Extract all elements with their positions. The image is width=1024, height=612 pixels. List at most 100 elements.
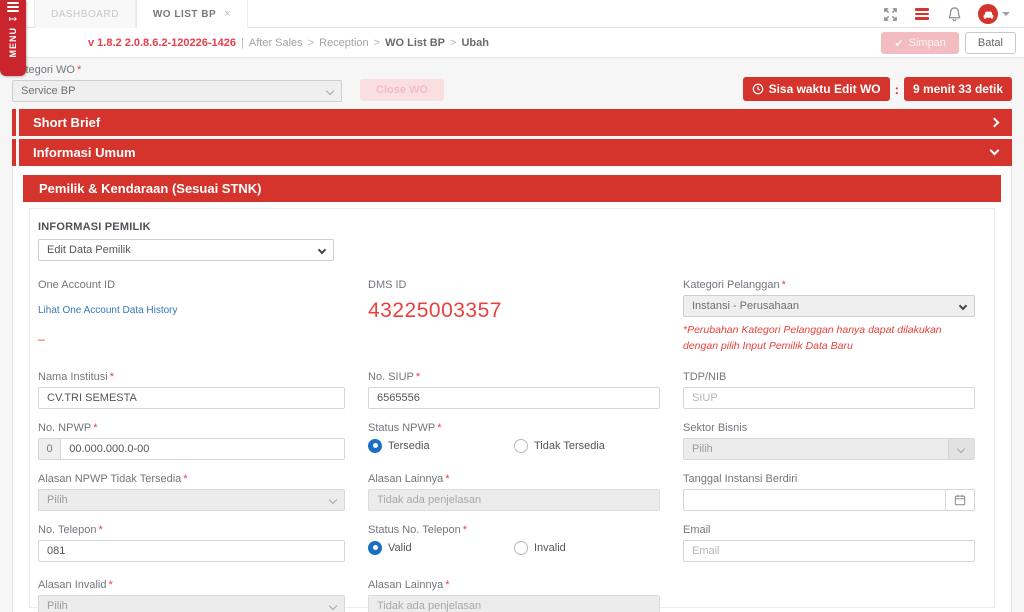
chevron-down-icon xyxy=(957,444,965,452)
radio-unchecked-icon xyxy=(514,439,528,453)
accordion-short-brief: Short Brief xyxy=(12,109,1012,136)
email-field: Email xyxy=(683,524,975,562)
breadcrumb-separator: | xyxy=(241,37,244,49)
kategori-pelanggan-value: Instansi - Perusahaan xyxy=(692,300,799,312)
chevron-down-icon xyxy=(318,246,326,254)
main-menu-button[interactable]: ↦ MENU xyxy=(0,0,26,76)
no-telepon-field: No. Telepon* xyxy=(38,524,345,562)
email-input[interactable] xyxy=(683,540,975,562)
one-account-id-field: One Account ID Lihat One Account Data Hi… xyxy=(38,279,345,346)
tanggal-instansi-input[interactable] xyxy=(683,489,975,511)
pemilik-kendaraan-header[interactable]: Pemilik & Kendaraan (Sesuai STNK) xyxy=(23,175,1001,202)
page-actions: ✔ Simpan Batal xyxy=(881,32,1016,54)
tdp-nib-label: TDP/NIB xyxy=(683,371,975,383)
tdp-nib-input[interactable] xyxy=(683,387,975,409)
no-siup-input[interactable] xyxy=(368,387,660,409)
alasan-invalid-select[interactable]: Pilih xyxy=(38,595,345,612)
user-menu[interactable] xyxy=(978,4,1010,24)
radio-invalid[interactable]: Invalid xyxy=(514,541,654,555)
kategori-pelanggan-field: Kategori Pelanggan* Instansi - Perusahaa… xyxy=(683,279,975,355)
alasan-npwp-value: Pilih xyxy=(47,494,68,506)
tab-wo-list-bp[interactable]: WO LIST BP × xyxy=(136,0,248,29)
app-version: v 1.8.2 2.0.8.6.2-120226-1426 xyxy=(88,37,236,49)
nama-institusi-input[interactable] xyxy=(38,387,345,409)
one-account-id-label: One Account ID xyxy=(38,279,345,291)
one-account-history-link[interactable]: Lihat One Account Data History xyxy=(38,305,178,316)
alasan-npwp-label: Alasan NPWP Tidak Tersedia* xyxy=(38,473,345,485)
breadcrumb-ubah: Ubah xyxy=(461,37,489,49)
informasi-umum-panel: Pemilik & Kendaraan (Sesuai STNK) INFORM… xyxy=(12,166,1012,612)
tanggal-instansi-label: Tanggal Instansi Berdiri xyxy=(683,473,975,485)
breadcrumb-wo-list-bp[interactable]: WO List BP xyxy=(385,37,445,49)
required-mark: * xyxy=(463,524,467,536)
no-npwp-input[interactable] xyxy=(60,438,345,460)
informasi-umum-header[interactable]: Informasi Umum xyxy=(19,139,1012,166)
email-label: Email xyxy=(683,524,975,536)
check-icon: ✔ xyxy=(894,37,903,50)
edit-wo-timer: Sisa waktu Edit WO : 9 menit 33 detik xyxy=(743,77,1012,101)
required-mark: * xyxy=(445,579,449,591)
top-navbar: ↦ MENU DASHBOARD WO LIST BP × xyxy=(0,0,1024,28)
alasan-invalid-field: Alasan Invalid* Pilih xyxy=(38,579,345,612)
save-button[interactable]: ✔ Simpan xyxy=(881,32,959,54)
form-row-6: Alasan Invalid* Pilih Alasan Lainnya* xyxy=(38,579,986,612)
breadcrumb-chevron: > xyxy=(308,37,314,49)
radio-tidak-tersedia[interactable]: Tidak Tersedia xyxy=(514,439,654,453)
alasan-lainnya-telepon-field: Alasan Lainnya* xyxy=(368,579,660,612)
dms-id-field: DMS ID 43225003357 xyxy=(368,279,660,323)
form-row-2: Nama Institusi* No. SIUP* TDP/NIB xyxy=(38,371,986,409)
kategori-pelanggan-select[interactable]: Instansi - Perusahaan xyxy=(683,295,975,317)
no-telepon-input[interactable] xyxy=(38,540,345,562)
kategori-wo-row: Kategori WO* Service BP Close WO Sisa wa… xyxy=(12,64,1012,102)
hamburger-icon xyxy=(7,2,19,12)
sektor-bisnis-value: Pilih xyxy=(692,443,713,455)
informasi-pemilik-card: INFORMASI PEMILIK Edit Data Pemilik One … xyxy=(29,208,995,608)
informasi-umum-title: Informasi Umum xyxy=(33,145,136,160)
radio-valid-label: Valid xyxy=(388,542,412,554)
breadcrumb-chevron: > xyxy=(374,37,380,49)
select-chevron-box xyxy=(948,439,974,459)
navbar-icons xyxy=(882,0,1010,28)
breadcrumb-reception[interactable]: Reception xyxy=(319,37,369,49)
radio-checked-icon xyxy=(368,439,382,453)
tab-dashboard[interactable]: DASHBOARD xyxy=(34,0,136,28)
sektor-bisnis-select[interactable]: Pilih xyxy=(683,438,975,460)
accent-strip xyxy=(12,139,16,166)
tab-close-icon[interactable]: × xyxy=(224,8,231,20)
data-pemilik-mode-select[interactable]: Edit Data Pemilik xyxy=(38,239,334,261)
radio-tersedia[interactable]: Tersedia xyxy=(368,439,508,453)
breadcrumb-after-sales[interactable]: After Sales xyxy=(249,37,303,49)
kategori-wo-select[interactable]: Service BP xyxy=(12,80,342,102)
close-wo-button[interactable]: Close WO xyxy=(360,79,444,101)
alasan-lainnya-npwp-label: Alasan Lainnya* xyxy=(368,473,660,485)
timer-label-badge: Sisa waktu Edit WO xyxy=(743,77,890,101)
timer-label: Sisa waktu Edit WO xyxy=(769,82,881,96)
accent-strip xyxy=(12,109,16,136)
cancel-button[interactable]: Batal xyxy=(965,32,1016,54)
short-brief-header[interactable]: Short Brief xyxy=(19,109,1012,136)
dms-id-value: 43225003357 xyxy=(368,299,660,323)
status-npwp-label: Status NPWP* xyxy=(368,422,660,434)
required-mark: * xyxy=(782,279,786,291)
tanggal-instansi-field: Tanggal Instansi Berdiri xyxy=(683,473,975,511)
clock-icon xyxy=(752,83,764,95)
alasan-npwp-select[interactable]: Pilih xyxy=(38,489,345,511)
chevron-down-icon xyxy=(329,601,337,609)
radio-valid[interactable]: Valid xyxy=(368,541,508,555)
short-brief-title: Short Brief xyxy=(33,115,100,130)
notifications-bell-icon[interactable] xyxy=(946,6,962,22)
tab-bar: DASHBOARD WO LIST BP × xyxy=(34,0,1024,28)
chevron-down-icon xyxy=(990,146,1000,156)
chevron-right-icon xyxy=(990,118,1000,128)
chevron-down-icon xyxy=(959,302,967,310)
mode-select-value: Edit Data Pemilik xyxy=(47,244,131,256)
calendar-icon[interactable] xyxy=(945,489,975,511)
radio-tersedia-label: Tersedia xyxy=(388,440,430,452)
red-menu-icon[interactable] xyxy=(914,6,930,22)
kategori-pelanggan-note: *Perubahan Kategori Pelanggan hanya dapa… xyxy=(683,323,975,355)
tab-dashboard-label: DASHBOARD xyxy=(51,9,119,20)
breadcrumb-chevron: > xyxy=(450,37,456,49)
fullscreen-icon[interactable] xyxy=(882,6,898,22)
accordion-informasi-umum: Informasi Umum xyxy=(12,139,1012,166)
radio-checked-icon xyxy=(368,541,382,555)
